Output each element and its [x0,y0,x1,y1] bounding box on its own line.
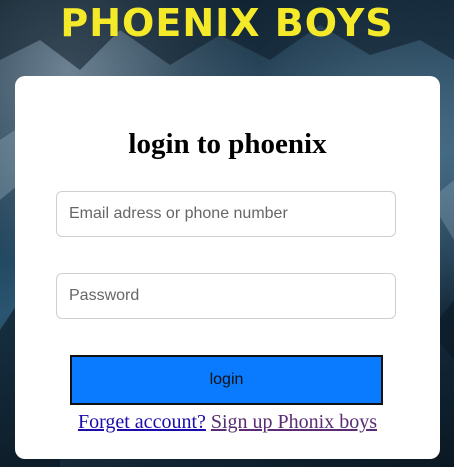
password-input[interactable] [56,273,396,319]
signup-link[interactable]: Sign up Phonix boys [211,411,377,433]
login-heading: login to phoenix [128,128,327,160]
email-input[interactable] [56,191,396,237]
login-button[interactable]: login [70,355,383,405]
account-links: Forget account? Sign up Phonix boys [15,409,440,435]
forget-account-link[interactable]: Forget account? [78,411,206,433]
login-card: login to phoenix login Forget account? S… [15,76,440,459]
brand-title: PHOENIX BOYS [60,1,394,45]
